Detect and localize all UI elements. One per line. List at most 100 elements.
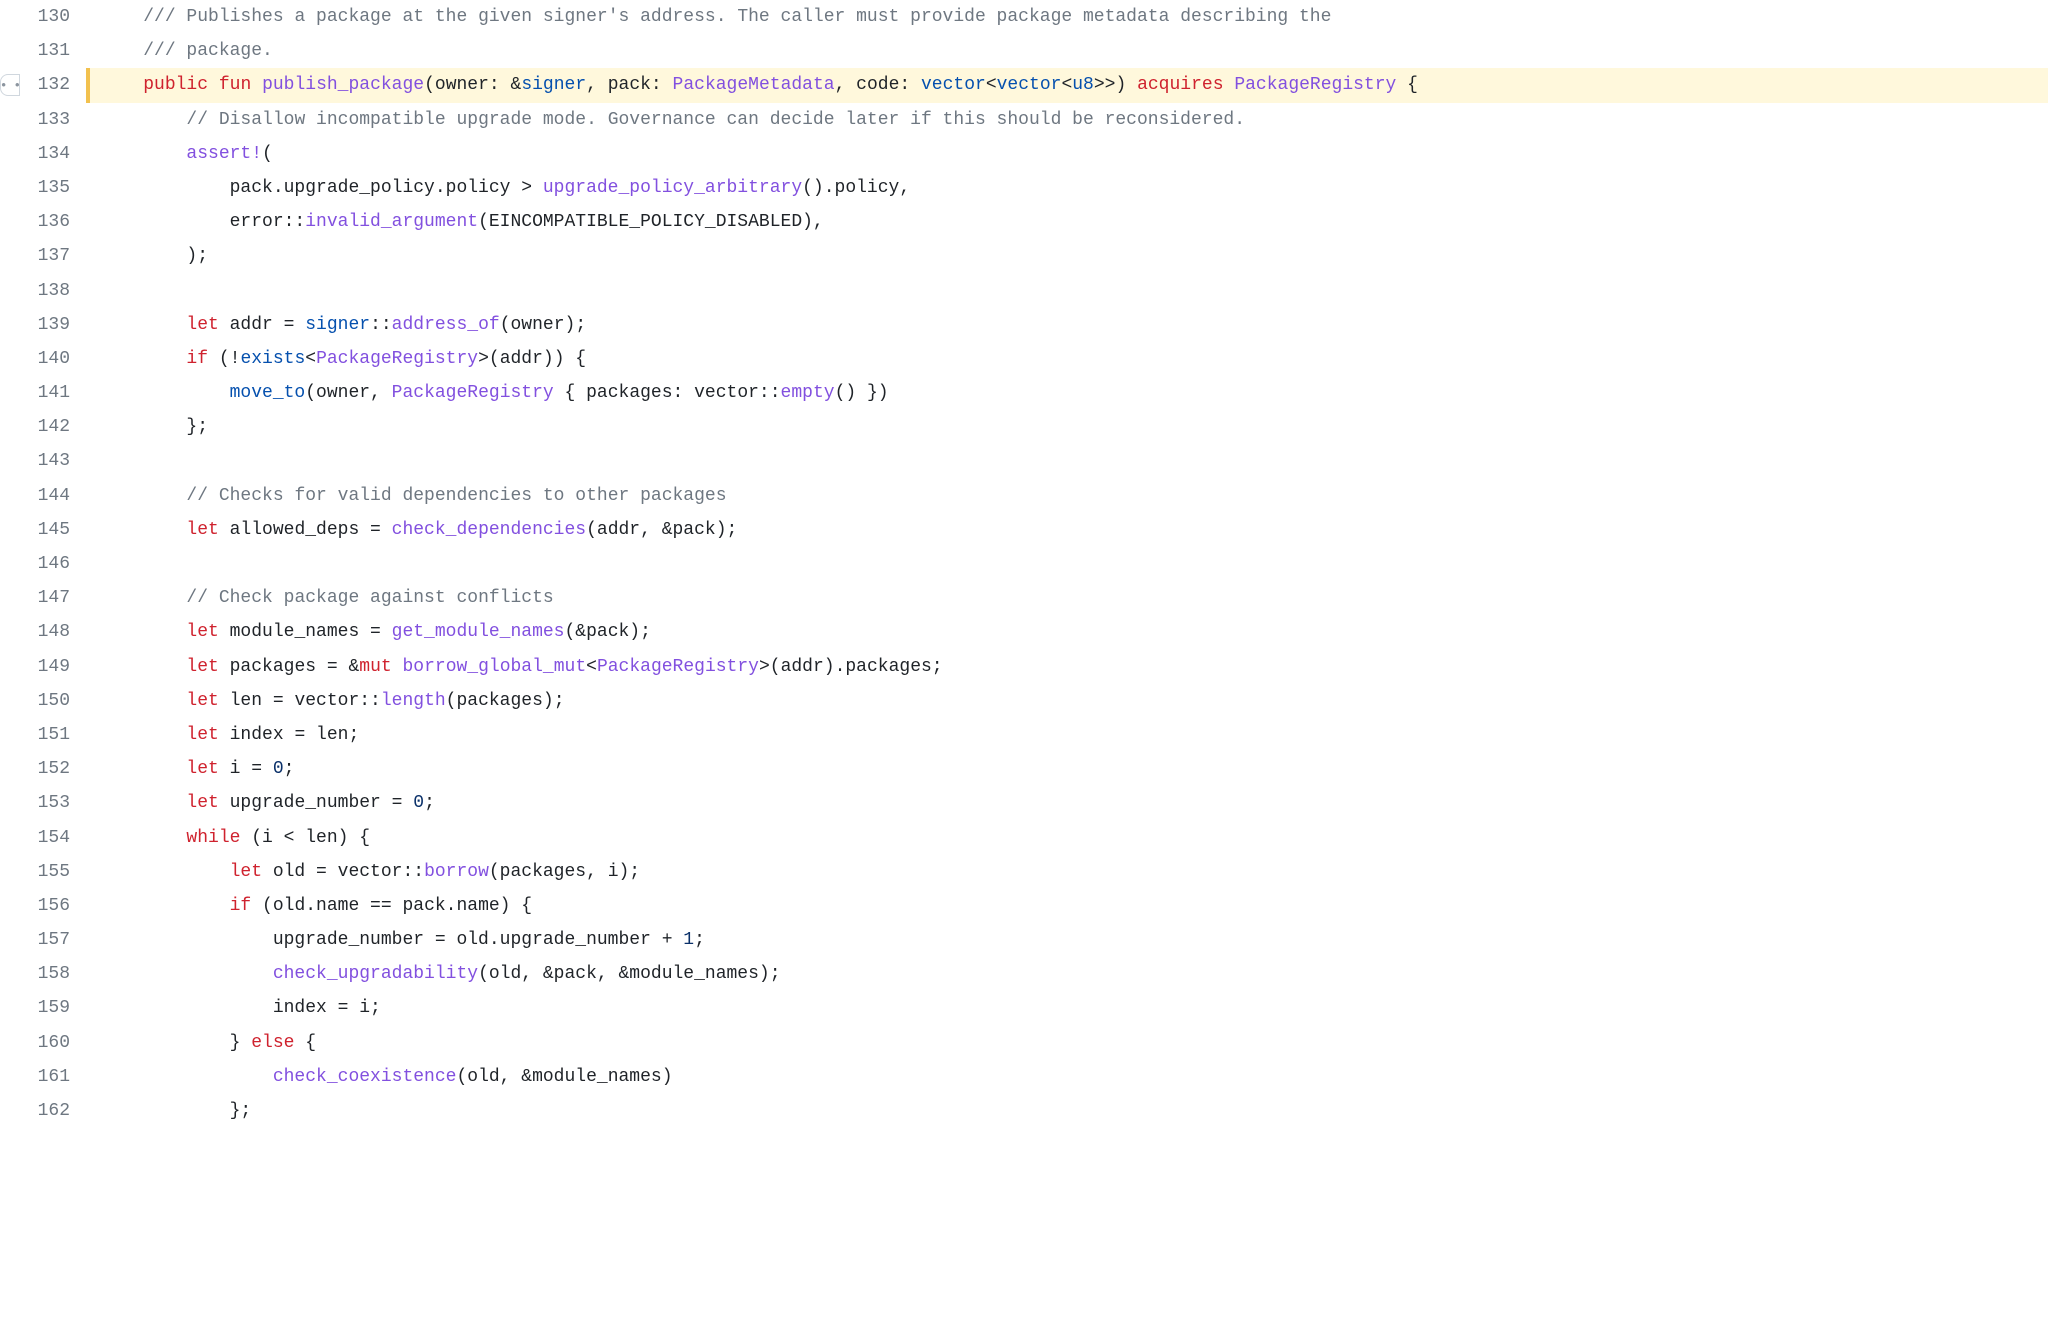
- line-number[interactable]: 141: [22, 376, 86, 410]
- line-number[interactable]: 157: [22, 923, 86, 957]
- code-content[interactable]: [90, 547, 2048, 581]
- code-line[interactable]: 153 let upgrade_number = 0;: [0, 786, 2048, 820]
- code-content[interactable]: let len = vector::length(packages);: [90, 684, 2048, 718]
- line-number[interactable]: 145: [22, 513, 86, 547]
- line-number[interactable]: 154: [22, 821, 86, 855]
- line-number[interactable]: 159: [22, 991, 86, 1025]
- code-line[interactable]: 148 let module_names = get_module_names(…: [0, 615, 2048, 649]
- code-content[interactable]: let index = len;: [90, 718, 2048, 752]
- line-number[interactable]: 155: [22, 855, 86, 889]
- code-content[interactable]: };: [90, 1094, 2048, 1128]
- code-line[interactable]: 152 let i = 0;: [0, 752, 2048, 786]
- code-line[interactable]: 156 if (old.name == pack.name) {: [0, 889, 2048, 923]
- code-content[interactable]: );: [90, 239, 2048, 273]
- line-number[interactable]: 161: [22, 1060, 86, 1094]
- code-line[interactable]: 155 let old = vector::borrow(packages, i…: [0, 855, 2048, 889]
- code-content[interactable]: public fun publish_package(owner: &signe…: [90, 68, 2048, 102]
- line-number[interactable]: 135: [22, 171, 86, 205]
- code-line[interactable]: 157 upgrade_number = old.upgrade_number …: [0, 923, 2048, 957]
- line-number[interactable]: 152: [22, 752, 86, 786]
- code-content[interactable]: let old = vector::borrow(packages, i);: [90, 855, 2048, 889]
- code-content[interactable]: check_upgradability(old, &pack, &module_…: [90, 957, 2048, 991]
- line-number[interactable]: 131: [22, 34, 86, 68]
- line-number[interactable]: 158: [22, 957, 86, 991]
- code-line[interactable]: 136 error::invalid_argument(EINCOMPATIBL…: [0, 205, 2048, 239]
- line-number[interactable]: 142: [22, 410, 86, 444]
- code-content[interactable]: let addr = signer::address_of(owner);: [90, 308, 2048, 342]
- line-number[interactable]: 130: [22, 0, 86, 34]
- code-content[interactable]: let i = 0;: [90, 752, 2048, 786]
- code-line[interactable]: 162 };: [0, 1094, 2048, 1128]
- line-number[interactable]: 160: [22, 1026, 86, 1060]
- code-line[interactable]: 151 let index = len;: [0, 718, 2048, 752]
- line-number[interactable]: 137: [22, 239, 86, 273]
- code-line[interactable]: 138: [0, 274, 2048, 308]
- line-number[interactable]: 138: [22, 274, 86, 308]
- code-content[interactable]: [90, 444, 2048, 478]
- code-line[interactable]: 133 // Disallow incompatible upgrade mod…: [0, 103, 2048, 137]
- ellipsis-icon[interactable]: • •: [0, 74, 20, 96]
- line-number[interactable]: 132: [22, 68, 86, 102]
- line-number[interactable]: 136: [22, 205, 86, 239]
- code-line[interactable]: 145 let allowed_deps = check_dependencie…: [0, 513, 2048, 547]
- line-number[interactable]: 147: [22, 581, 86, 615]
- line-number[interactable]: 162: [22, 1094, 86, 1128]
- code-content[interactable]: // Disallow incompatible upgrade mode. G…: [90, 103, 2048, 137]
- code-line[interactable]: 149 let packages = &mut borrow_global_mu…: [0, 650, 2048, 684]
- code-line[interactable]: 134 assert!(: [0, 137, 2048, 171]
- code-content[interactable]: };: [90, 410, 2048, 444]
- code-content[interactable]: while (i < len) {: [90, 821, 2048, 855]
- line-number[interactable]: 143: [22, 444, 86, 478]
- line-number[interactable]: 140: [22, 342, 86, 376]
- line-number[interactable]: 134: [22, 137, 86, 171]
- code-content[interactable]: /// package.: [90, 34, 2048, 68]
- code-line[interactable]: 140 if (!exists<PackageRegistry>(addr)) …: [0, 342, 2048, 376]
- code-line[interactable]: 158 check_upgradability(old, &pack, &mod…: [0, 957, 2048, 991]
- code-line[interactable]: 137 );: [0, 239, 2048, 273]
- code-line[interactable]: 150 let len = vector::length(packages);: [0, 684, 2048, 718]
- code-line[interactable]: 154 while (i < len) {: [0, 821, 2048, 855]
- code-line[interactable]: 130 /// Publishes a package at the given…: [0, 0, 2048, 34]
- code-content[interactable]: index = i;: [90, 991, 2048, 1025]
- line-number[interactable]: 153: [22, 786, 86, 820]
- code-content[interactable]: upgrade_number = old.upgrade_number + 1;: [90, 923, 2048, 957]
- expand-gutter[interactable]: • •: [0, 68, 22, 102]
- code-line[interactable]: 135 pack.upgrade_policy.policy > upgrade…: [0, 171, 2048, 205]
- code-content[interactable]: if (old.name == pack.name) {: [90, 889, 2048, 923]
- code-content[interactable]: if (!exists<PackageRegistry>(addr)) {: [90, 342, 2048, 376]
- code-content[interactable]: let allowed_deps = check_dependencies(ad…: [90, 513, 2048, 547]
- line-number[interactable]: 139: [22, 308, 86, 342]
- line-number[interactable]: 148: [22, 615, 86, 649]
- code-content[interactable]: move_to(owner, PackageRegistry { package…: [90, 376, 2048, 410]
- line-number[interactable]: 149: [22, 650, 86, 684]
- code-content[interactable]: let module_names = get_module_names(&pac…: [90, 615, 2048, 649]
- code-content[interactable]: [90, 274, 2048, 308]
- code-line[interactable]: 142 };: [0, 410, 2048, 444]
- code-content[interactable]: check_coexistence(old, &module_names): [90, 1060, 2048, 1094]
- code-line[interactable]: 143: [0, 444, 2048, 478]
- code-content[interactable]: let packages = &mut borrow_global_mut<Pa…: [90, 650, 2048, 684]
- code-line[interactable]: 159 index = i;: [0, 991, 2048, 1025]
- code-content[interactable]: /// Publishes a package at the given sig…: [90, 0, 2048, 34]
- line-number[interactable]: 150: [22, 684, 86, 718]
- code-content[interactable]: } else {: [90, 1026, 2048, 1060]
- code-content[interactable]: assert!(: [90, 137, 2048, 171]
- code-content[interactable]: pack.upgrade_policy.policy > upgrade_pol…: [90, 171, 2048, 205]
- code-line[interactable]: 147 // Check package against conflicts: [0, 581, 2048, 615]
- code-content[interactable]: error::invalid_argument(EINCOMPATIBLE_PO…: [90, 205, 2048, 239]
- code-line[interactable]: • •132 public fun publish_package(owner:…: [0, 68, 2048, 102]
- line-number[interactable]: 146: [22, 547, 86, 581]
- code-line[interactable]: 131 /// package.: [0, 34, 2048, 68]
- line-number[interactable]: 144: [22, 479, 86, 513]
- code-line[interactable]: 139 let addr = signer::address_of(owner)…: [0, 308, 2048, 342]
- code-line[interactable]: 141 move_to(owner, PackageRegistry { pac…: [0, 376, 2048, 410]
- code-content[interactable]: // Checks for valid dependencies to othe…: [90, 479, 2048, 513]
- code-line[interactable]: 160 } else {: [0, 1026, 2048, 1060]
- code-content[interactable]: // Check package against conflicts: [90, 581, 2048, 615]
- code-line[interactable]: 144 // Checks for valid dependencies to …: [0, 479, 2048, 513]
- code-line[interactable]: 146: [0, 547, 2048, 581]
- line-number[interactable]: 156: [22, 889, 86, 923]
- line-number[interactable]: 133: [22, 103, 86, 137]
- line-number[interactable]: 151: [22, 718, 86, 752]
- code-line[interactable]: 161 check_coexistence(old, &module_names…: [0, 1060, 2048, 1094]
